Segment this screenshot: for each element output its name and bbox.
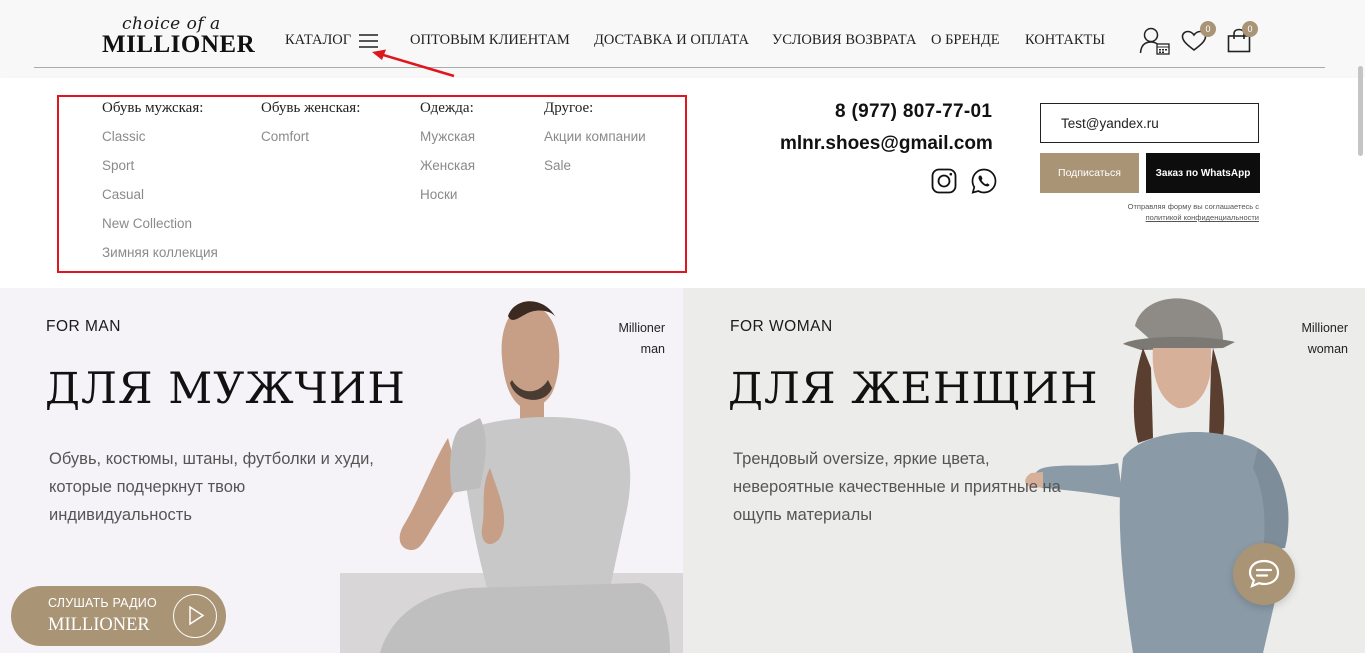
site-header: choice of a MILLIONER КАТАЛОГ ОПТОВЫМ КЛ… bbox=[0, 0, 1365, 78]
subscribe-email-input[interactable] bbox=[1040, 103, 1259, 143]
radio-player-button[interactable]: СЛУШАТЬ РАДИО MILLIONER bbox=[11, 586, 226, 646]
policy-note: Отправляя форму вы соглашаетесь с полити… bbox=[1060, 201, 1259, 223]
hero-tag: Millioner woman bbox=[1248, 318, 1348, 360]
annotation-arrow-icon bbox=[372, 49, 455, 78]
nav-catalog[interactable]: КАТАЛОГ bbox=[285, 32, 351, 49]
chat-button[interactable] bbox=[1233, 543, 1295, 605]
account-icon[interactable] bbox=[1139, 26, 1171, 56]
phone-number[interactable]: 8 (977) 807-77-01 bbox=[835, 101, 992, 123]
whatsapp-icon[interactable] bbox=[971, 168, 997, 194]
nav-about[interactable]: О БРЕНДЕ bbox=[931, 32, 1000, 49]
nav-delivery[interactable]: ДОСТАВКА И ОПЛАТА bbox=[594, 32, 749, 49]
hero-tag-line: man bbox=[640, 342, 665, 356]
hero-eyebrow: FOR MAN bbox=[46, 318, 121, 335]
subscribe-button[interactable]: Подписаться bbox=[1040, 153, 1139, 193]
page-scrollbar[interactable] bbox=[1358, 66, 1363, 156]
hero-tag-line: woman bbox=[1307, 342, 1348, 356]
nav-contacts[interactable]: КОНТАКТЫ bbox=[1025, 32, 1105, 49]
policy-text: Отправляя форму вы соглашаетесь с bbox=[1127, 202, 1259, 211]
whatsapp-order-button[interactable]: Заказ по WhatsApp bbox=[1146, 153, 1260, 193]
hero-tag-line: Millioner bbox=[1301, 321, 1348, 335]
privacy-policy-link[interactable]: политикой конфиденциальности bbox=[1060, 212, 1259, 223]
cart-badge: 0 bbox=[1242, 21, 1258, 37]
logo-main: MILLIONER bbox=[102, 31, 256, 58]
hero-tag-line: Millioner bbox=[618, 321, 665, 335]
hero-eyebrow: FOR WOMAN bbox=[730, 318, 833, 335]
chat-icon bbox=[1248, 559, 1280, 588]
logo[interactable]: choice of a MILLIONER bbox=[102, 14, 255, 58]
highlight-box bbox=[57, 95, 687, 273]
radio-label-bottom: MILLIONER bbox=[48, 615, 150, 635]
nav-wholesale[interactable]: ОПТОВЫМ КЛИЕНТАМ bbox=[410, 32, 570, 49]
instagram-icon[interactable] bbox=[931, 168, 957, 194]
favorites-badge: 0 bbox=[1200, 21, 1216, 37]
play-icon[interactable] bbox=[173, 594, 217, 638]
hero-title: ДЛЯ ЖЕНЩИН bbox=[728, 364, 1099, 414]
nav-returns[interactable]: УСЛОВИЯ ВОЗВРАТА bbox=[772, 32, 916, 49]
radio-label-top: СЛУШАТЬ РАДИО bbox=[48, 596, 157, 610]
hero-text: Трендовый oversize, яркие цвета, невероя… bbox=[733, 450, 1061, 524]
email-address[interactable]: mlnr.shoes@gmail.com bbox=[780, 133, 993, 155]
menu-icon[interactable] bbox=[359, 32, 379, 48]
hero-text: Обувь, костюмы, штаны, футболки и худи, … bbox=[49, 450, 374, 524]
hero-title: ДЛЯ МУЖЧИН bbox=[45, 364, 406, 414]
hero-tag: Millioner man bbox=[565, 318, 665, 360]
header-divider bbox=[34, 67, 1325, 68]
